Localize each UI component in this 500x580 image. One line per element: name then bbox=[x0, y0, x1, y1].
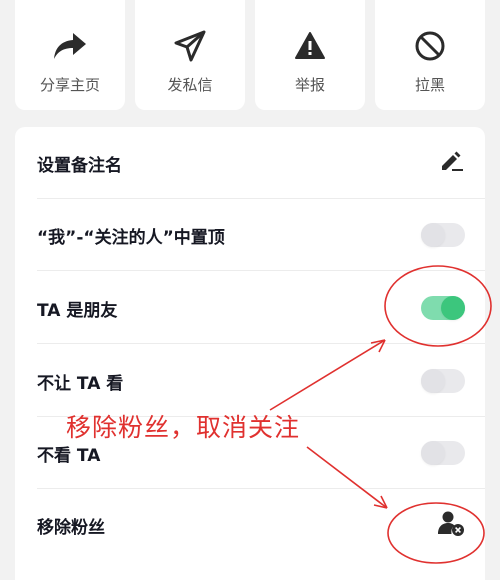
pin-in-following-row: “我”-“关注的人”中置顶 bbox=[15, 199, 485, 271]
block-label: 拉黑 bbox=[414, 76, 445, 94]
send-message-label: 发私信 bbox=[167, 76, 213, 94]
toggle-knob bbox=[421, 441, 445, 465]
annotation-text: 移除粉丝，取消关注 bbox=[66, 413, 301, 442]
is-friend-label: TA 是朋友 bbox=[37, 300, 118, 321]
edit-pencil-icon[interactable] bbox=[439, 149, 465, 177]
remove-follower-label: 移除粉丝 bbox=[37, 517, 105, 538]
set-remark-name-label: 设置备注名 bbox=[37, 155, 122, 176]
hide-from-them-row: 不让 TA 看 bbox=[15, 345, 485, 417]
share-arrow-icon bbox=[50, 26, 90, 66]
share-homepage-button[interactable]: 分享主页 bbox=[15, 0, 125, 110]
dont-see-them-label: 不看 TA bbox=[37, 445, 101, 466]
report-label: 举报 bbox=[294, 76, 325, 94]
hide-from-them-toggle[interactable] bbox=[421, 369, 465, 393]
is-friend-row: TA 是朋友 bbox=[15, 272, 485, 344]
hide-from-them-label: 不让 TA 看 bbox=[37, 373, 124, 394]
pin-in-following-label: “我”-“关注的人”中置顶 bbox=[37, 227, 225, 248]
toggle-knob bbox=[441, 296, 465, 320]
warning-triangle-icon bbox=[290, 26, 330, 66]
is-friend-toggle[interactable] bbox=[421, 296, 465, 320]
pin-in-following-toggle[interactable] bbox=[421, 223, 465, 247]
action-bar: 分享主页 发私信 举报 拉黑 bbox=[15, 0, 485, 110]
remove-user-icon[interactable] bbox=[437, 509, 465, 541]
toggle-knob bbox=[421, 223, 445, 247]
send-message-button[interactable]: 发私信 bbox=[135, 0, 245, 110]
set-remark-name-row[interactable]: 设置备注名 bbox=[15, 127, 485, 199]
toggle-knob bbox=[421, 369, 445, 393]
dont-see-them-toggle[interactable] bbox=[421, 441, 465, 465]
remove-follower-row[interactable]: 移除粉丝 bbox=[15, 489, 485, 561]
share-homepage-label: 分享主页 bbox=[39, 76, 100, 94]
paper-plane-icon bbox=[170, 26, 210, 66]
settings-list: 设置备注名 “我”-“关注的人”中置顶 TA 是朋友 不让 TA 看 不看 TA… bbox=[15, 127, 485, 580]
report-button[interactable]: 举报 bbox=[255, 0, 365, 110]
block-icon bbox=[410, 26, 450, 66]
block-button[interactable]: 拉黑 bbox=[375, 0, 485, 110]
